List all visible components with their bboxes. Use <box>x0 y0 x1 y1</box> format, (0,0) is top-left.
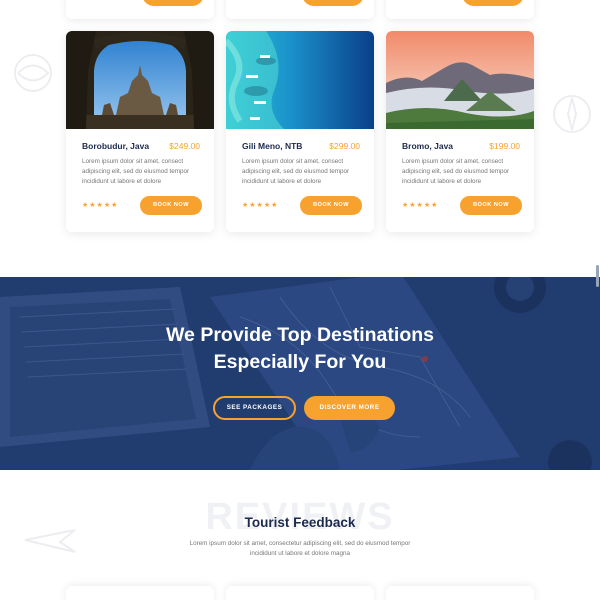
book-now-button[interactable]: BOOK NOW <box>460 196 522 215</box>
review-card-3 <box>386 586 534 600</box>
reviews-title: Tourist Feedback <box>244 515 356 530</box>
book-now-button[interactable]: BOOK NOW <box>140 196 202 215</box>
rating-stars-icon: ★★★★★ <box>402 202 439 209</box>
previous-card-3 <box>386 0 534 19</box>
compass-doodle-icon <box>553 95 591 133</box>
destination-price: $249.00 <box>169 141 200 151</box>
destination-name: Gili Meno, NTB <box>242 141 303 151</box>
destination-description: Lorem ipsum dolor sit amet, consect adip… <box>242 158 350 185</box>
previous-book-button[interactable] <box>302 0 364 6</box>
rating-stars-icon: ★★★★★ <box>242 202 279 209</box>
travel-doodle-icon <box>14 54 52 92</box>
previous-book-button[interactable] <box>462 0 524 6</box>
temple-photo <box>66 31 214 129</box>
previous-card-1 <box>66 0 214 19</box>
reviews-description: Lorem ipsum dolor sit amet, consectetur … <box>189 540 411 557</box>
destination-description: Lorem ipsum dolor sit amet, consect adip… <box>82 158 190 185</box>
destination-description: Lorem ipsum dolor sit amet, consect adip… <box>402 158 510 185</box>
see-packages-button[interactable]: SEE PACKAGES <box>213 396 296 420</box>
rating-stars-icon: ★★★★★ <box>82 202 119 209</box>
volcano-photo <box>386 31 534 129</box>
destination-price: $299.00 <box>329 141 360 151</box>
review-card-1 <box>66 586 214 600</box>
reef-photo <box>226 31 374 129</box>
destination-name: Borobudur, Java <box>82 141 150 151</box>
book-now-button[interactable]: BOOK NOW <box>300 196 362 215</box>
hero-headline-line-2: Especially For You <box>213 351 387 373</box>
previous-card-2 <box>226 0 374 19</box>
review-card-2 <box>226 586 374 600</box>
page-scrollbar-thumb[interactable] <box>596 265 599 287</box>
previous-book-button[interactable] <box>142 0 204 6</box>
destination-name: Bromo, Java <box>402 141 454 151</box>
page: Borobudur, Java $249.00 Lorem ipsum dolo… <box>0 0 600 600</box>
destination-card-bromo: Bromo, Java $199.00 Lorem ipsum dolor si… <box>386 31 534 232</box>
hero-banner: We Provide Top Destinations Especially F… <box>0 277 600 470</box>
destination-card-borobudur: Borobudur, Java $249.00 Lorem ipsum dolo… <box>66 31 214 232</box>
hero-headline-line-1: We Provide Top Destinations <box>166 324 434 346</box>
destination-price: $199.00 <box>489 141 520 151</box>
destination-card-gili-meno: Gili Meno, NTB $299.00 Lorem ipsum dolor… <box>226 31 374 232</box>
discover-more-button[interactable]: DISCOVER MORE <box>304 396 395 420</box>
